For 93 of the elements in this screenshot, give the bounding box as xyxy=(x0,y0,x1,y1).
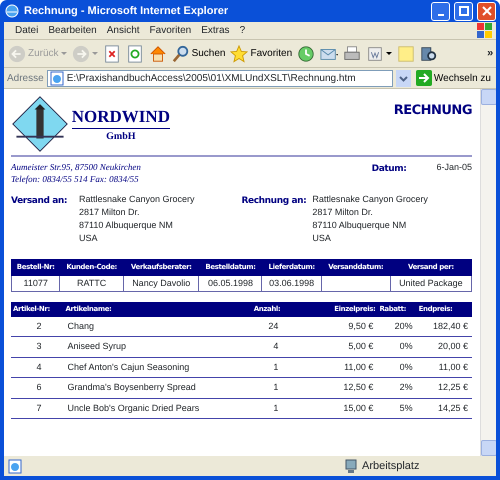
search-icon xyxy=(172,44,190,62)
table-cell: 06.05.1998 xyxy=(198,275,262,292)
table-cell: 2% xyxy=(377,378,417,398)
sender-address-line: Aumeister Str.95, 87500 Neukirchen xyxy=(11,161,141,173)
table-cell: 11,00 € xyxy=(282,357,378,378)
table-cell: Chef Anton's Cajun Seasoning xyxy=(63,357,244,378)
table-cell: 1 xyxy=(243,378,282,398)
zone-label: Arbeitsplatz xyxy=(362,458,420,474)
table-cell: 9,50 € xyxy=(282,316,378,336)
search-button[interactable]: Suchen xyxy=(170,44,228,62)
table-cell: 12,50 € xyxy=(282,378,378,398)
close-icon xyxy=(482,6,492,16)
page-icon xyxy=(8,458,22,474)
circle-arrow-right-icon xyxy=(72,44,90,62)
table-cell: 5% xyxy=(377,398,417,418)
refresh-icon xyxy=(126,44,144,62)
menu-item[interactable]: Ansicht xyxy=(102,23,145,38)
table-cell: 4 xyxy=(243,336,282,357)
favorites-button[interactable]: Favoriten xyxy=(228,44,294,62)
bill-to-label: Rechnung an: xyxy=(242,195,306,208)
table-cell: 20% xyxy=(377,316,417,336)
table-cell: 12,25 € xyxy=(416,378,472,398)
table-cell: 1 xyxy=(243,357,282,378)
page-icon xyxy=(50,70,64,86)
printer-icon xyxy=(343,44,362,62)
star-icon xyxy=(230,44,248,62)
house-icon xyxy=(148,44,167,62)
browser-icon xyxy=(4,3,20,19)
menu-item[interactable]: ? xyxy=(234,23,250,38)
table-cell: 0% xyxy=(377,336,417,357)
address-line: 87110 Albuquerque NM xyxy=(312,219,408,232)
minimize-button[interactable] xyxy=(431,2,450,20)
company-suffix: GmbH xyxy=(106,130,136,144)
table-cell: RATTC xyxy=(60,275,124,292)
table-cell: United Package xyxy=(390,275,472,292)
company-name: NORDWIND xyxy=(72,106,170,129)
table-cell: 6 xyxy=(11,378,64,398)
maximize-button[interactable] xyxy=(454,2,473,20)
flag-logo-icon xyxy=(476,22,494,39)
table-cell: Nancy Davolio xyxy=(123,275,199,292)
address-line: USA xyxy=(79,232,99,245)
ship-to-label: Versand an: xyxy=(11,195,68,208)
table-cell: 14,25 € xyxy=(416,398,472,418)
invoice-heading: RECHNUNG xyxy=(394,102,472,120)
table-cell: 5,00 € xyxy=(282,336,378,357)
table-cell: 03.06.1998 xyxy=(262,275,322,292)
table-cell: 1 xyxy=(243,398,282,418)
table-cell: 20,00 € xyxy=(416,336,472,357)
table-cell: 7 xyxy=(11,398,64,418)
address-line: USA xyxy=(312,232,332,245)
address-line: 2817 Milton Dr. xyxy=(312,206,374,219)
menu-item[interactable]: Extras xyxy=(196,23,235,38)
date-label: Datum: xyxy=(372,163,406,176)
address-line: Rattlesnake Canyon Grocery xyxy=(312,193,428,206)
address-line: Rattlesnake Canyon Grocery xyxy=(79,193,195,206)
document-icon xyxy=(366,44,384,62)
menu-item[interactable]: Bearbeiten xyxy=(43,23,102,38)
arrow-right-icon xyxy=(416,70,432,86)
address-line: 2817 Milton Dr. xyxy=(79,206,141,219)
table-cell: Uncle Bob's Organic Dried Pears xyxy=(63,398,244,418)
maximize-icon xyxy=(458,6,468,16)
stop-icon xyxy=(102,44,121,62)
computer-icon xyxy=(344,458,358,474)
go-button[interactable]: Wechseln zu xyxy=(414,70,493,86)
invoice-date: 6-Jan-05 xyxy=(436,161,472,174)
address-field[interactable]: E:\PraxishandbuchAccess\2005\01\XMLUndXSLT\Rechnung.htm xyxy=(46,70,393,86)
window-title: Rechnung - Microsoft Internet Explorer xyxy=(24,4,230,19)
close-button[interactable] xyxy=(477,2,496,20)
circle-arrow-left-icon xyxy=(8,44,26,62)
table-cell: 0% xyxy=(377,357,417,378)
sender-address-line: Telefon: 0834/55 514 Fax: 0834/55 xyxy=(11,173,140,185)
table-cell: Chang xyxy=(63,316,244,336)
table-cell: 24 xyxy=(243,316,282,336)
table-cell: Aniseed Syrup xyxy=(63,336,244,357)
table-cell: 15,00 € xyxy=(282,398,378,418)
table-cell: 182,40 € xyxy=(416,316,472,336)
dropdown-caret-icon xyxy=(60,52,67,55)
dropdown-caret-icon xyxy=(92,52,98,55)
address-label: Adresse xyxy=(7,72,44,86)
table-cell: 4 xyxy=(11,357,64,378)
table-cell: 2 xyxy=(11,316,64,336)
lighthouse-logo-drawing xyxy=(11,95,69,153)
minimize-icon xyxy=(438,14,444,16)
dropdown-caret-icon xyxy=(386,52,392,55)
table-cell: 11077 xyxy=(12,275,60,292)
table-cell: 11,00 € xyxy=(416,357,472,378)
more-tools-button[interactable]: » xyxy=(487,45,494,62)
note-icon xyxy=(397,44,416,62)
menu-item[interactable]: Favoriten xyxy=(144,23,196,38)
table-cell: Grandma's Boysenberry Spread xyxy=(63,378,244,398)
table-cell: 3 xyxy=(11,336,64,357)
address-line: 87110 Albuquerque NM xyxy=(79,219,174,232)
menu-item[interactable]: Datei xyxy=(10,23,44,38)
